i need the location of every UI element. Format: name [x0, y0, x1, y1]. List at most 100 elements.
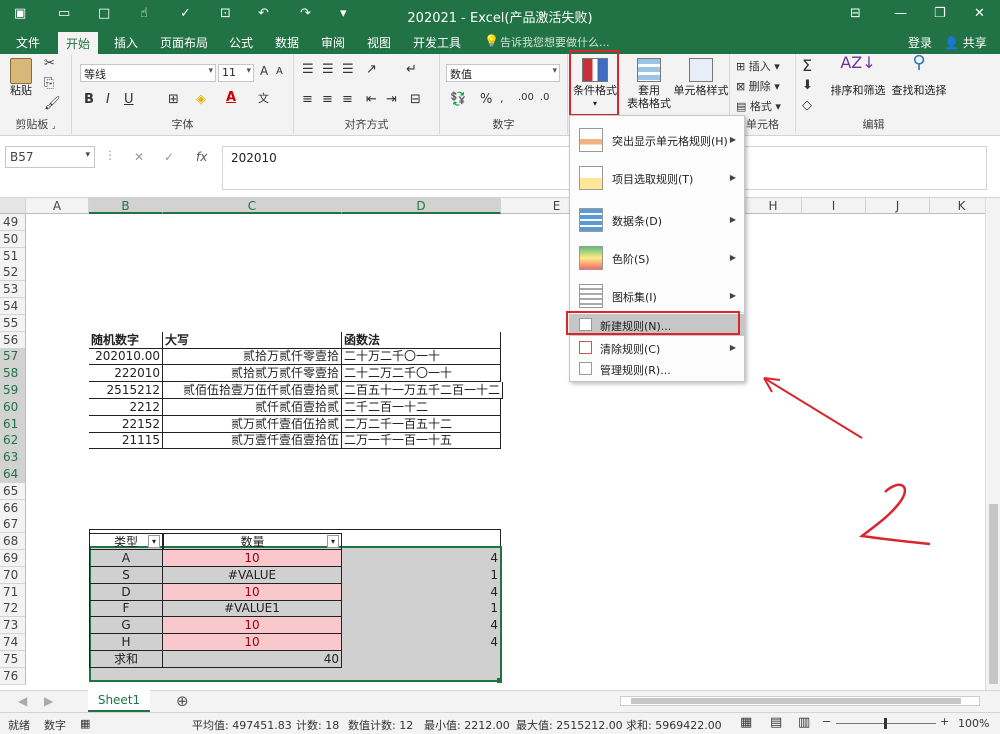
normal-view-icon[interactable]: ▦	[740, 715, 752, 730]
column-e-value[interactable]: 4	[420, 634, 500, 651]
column-e-value[interactable]: 1	[420, 567, 500, 584]
autosum-button[interactable]: Σ	[802, 56, 812, 75]
filter-dropdown-icon[interactable]: ▾	[327, 535, 339, 549]
col-header-a[interactable]: A	[26, 198, 89, 214]
wrap-text-icon[interactable]: ↵	[406, 62, 417, 77]
col-header-d[interactable]: D	[342, 198, 501, 214]
table1-cell[interactable]: 二万二千一百五十二	[342, 415, 501, 433]
tab-insert[interactable]: 插入	[114, 34, 138, 51]
row-header[interactable]: 67	[0, 516, 26, 534]
tab-page-layout[interactable]: 页面布局	[160, 34, 208, 51]
row-header[interactable]: 64	[0, 466, 26, 483]
table2-type-cell[interactable]: D	[89, 583, 163, 601]
table1-cell[interactable]: 二十万二千〇一十	[342, 348, 501, 366]
bold-button[interactable]: B	[84, 92, 94, 107]
row-header[interactable]: 52	[0, 264, 26, 282]
prev-sheet-icon[interactable]: ◀	[18, 694, 27, 708]
tab-file[interactable]: 文件	[16, 34, 40, 51]
zoom-level[interactable]: 100%	[958, 717, 989, 730]
table2-qty-cell[interactable]: 10	[163, 583, 342, 601]
row-header[interactable]: 56	[0, 331, 26, 349]
decrease-indent-icon[interactable]: ⇤	[366, 92, 377, 107]
enter-icon[interactable]: ✓	[164, 150, 174, 164]
row-header[interactable]: 66	[0, 499, 26, 517]
row-header[interactable]: 51	[0, 247, 26, 265]
row-header[interactable]: 60	[0, 398, 26, 416]
tab-home[interactable]: 开始	[58, 32, 99, 54]
zoom-in-icon[interactable]: +	[940, 715, 949, 728]
zoom-out-icon[interactable]: −	[822, 715, 831, 728]
sign-in-link[interactable]: 登录	[908, 34, 932, 51]
table2-type-cell[interactable]: F	[89, 600, 163, 618]
merge-center-icon[interactable]: ⊟	[410, 92, 421, 107]
table1-cell[interactable]: 202010.00	[89, 348, 163, 366]
row-header[interactable]: 58	[0, 365, 26, 383]
percent-button[interactable]: %	[480, 92, 492, 107]
column-e-value[interactable]: 4	[420, 617, 500, 634]
new-sheet-icon[interactable]: ⊕	[176, 692, 189, 710]
phonetic-icon[interactable]: 文	[258, 90, 269, 106]
menu-item-color-scales[interactable]: 色阶(S) ▶	[570, 240, 744, 276]
select-all-corner[interactable]	[0, 198, 26, 214]
row-header[interactable]: 61	[0, 415, 26, 433]
table2-type-cell[interactable]: H	[89, 634, 163, 651]
increase-decimal-icon[interactable]: .00	[518, 92, 534, 103]
align-bottom-icon[interactable]: ☰	[342, 62, 354, 77]
row-header[interactable]: 75	[0, 650, 26, 668]
table2-qty-cell[interactable]: 10	[163, 634, 342, 651]
copy-icon[interactable]: ⎘	[44, 76, 54, 91]
sum-value-cell[interactable]: 40	[163, 650, 342, 668]
table1-cell[interactable]: 2212	[89, 398, 163, 416]
font-size-combo[interactable]: 11 ▾	[218, 64, 254, 82]
col-header-k[interactable]: K	[930, 198, 985, 214]
cancel-icon[interactable]: ✕	[134, 150, 144, 164]
italic-button[interactable]: I	[106, 92, 110, 107]
table2-header[interactable]: 类型 ▾	[89, 533, 163, 551]
table2-qty-cell[interactable]: #VALUE1	[163, 600, 342, 618]
zoom-slider[interactable]	[836, 718, 936, 729]
borders-icon[interactable]: ⊞	[168, 92, 179, 107]
table2-type-cell[interactable]: G	[89, 617, 163, 635]
align-left-icon[interactable]: ≡	[302, 92, 313, 107]
insert-function-button[interactable]: fx	[196, 150, 207, 164]
horizontal-scroll-thumb[interactable]	[631, 698, 961, 704]
row-header[interactable]: 69	[0, 550, 26, 567]
macro-record-icon[interactable]: ▦	[80, 717, 90, 730]
row-header[interactable]: 71	[0, 583, 26, 601]
zoom-slider-thumb[interactable]	[884, 718, 887, 729]
row-header[interactable]: 70	[0, 566, 26, 584]
table1-cell[interactable]: 贰万壹仟壹佰壹拾伍	[163, 432, 342, 450]
shrink-font-icon[interactable]: A	[276, 66, 283, 77]
col-header-i[interactable]: I	[802, 198, 866, 214]
column-e-value[interactable]: 1	[420, 600, 500, 617]
underline-button[interactable]: U	[124, 92, 134, 107]
col-header-j[interactable]: J	[866, 198, 930, 214]
insert-cells-button[interactable]: ⊞ 插入 ▾	[736, 58, 780, 74]
filter-dropdown-icon[interactable]: ▾	[148, 535, 160, 549]
row-header[interactable]: 72	[0, 600, 26, 618]
tell-me-search[interactable]: 告诉我您想要做什么...	[500, 34, 610, 50]
sort-filter-button[interactable]: AZ↓ 排序和筛选	[826, 55, 890, 98]
tab-developer[interactable]: 开发工具	[413, 34, 461, 51]
table1-cell[interactable]: 贰拾万贰仟零壹拾	[163, 348, 342, 366]
name-box[interactable]: B57 ▾	[5, 146, 95, 168]
tab-formulas[interactable]: 公式	[229, 34, 253, 51]
paste-button[interactable]: 粘贴	[6, 58, 36, 97]
table1-cell[interactable]: 贰拾贰万贰仟零壹拾	[163, 365, 342, 383]
table1-cell[interactable]: 22152	[89, 415, 163, 433]
tab-review[interactable]: 审阅	[321, 34, 345, 51]
table1-cell[interactable]: 21115	[89, 432, 163, 450]
vertical-scroll-thumb[interactable]	[989, 504, 998, 684]
delete-cells-button[interactable]: ⊠ 删除 ▾	[736, 78, 780, 94]
table1-header[interactable]: 大写	[163, 331, 342, 349]
table1-cell[interactable]: 二千二百一十二	[342, 398, 501, 416]
table1-cell[interactable]: 二十二万二千〇一十	[342, 365, 501, 383]
align-right-icon[interactable]: ≡	[342, 92, 353, 107]
format-painter-icon[interactable]: 🖌	[44, 96, 61, 111]
find-select-button[interactable]: ⚲ 查找和选择	[890, 54, 948, 98]
row-header[interactable]: 74	[0, 634, 26, 651]
restore-icon[interactable]: ❐	[934, 6, 946, 21]
sheet-tab-sheet1[interactable]: Sheet1	[88, 690, 150, 712]
table2-type-cell[interactable]: S	[89, 566, 163, 584]
cell-styles-button[interactable]: 单元格样式	[672, 56, 730, 97]
